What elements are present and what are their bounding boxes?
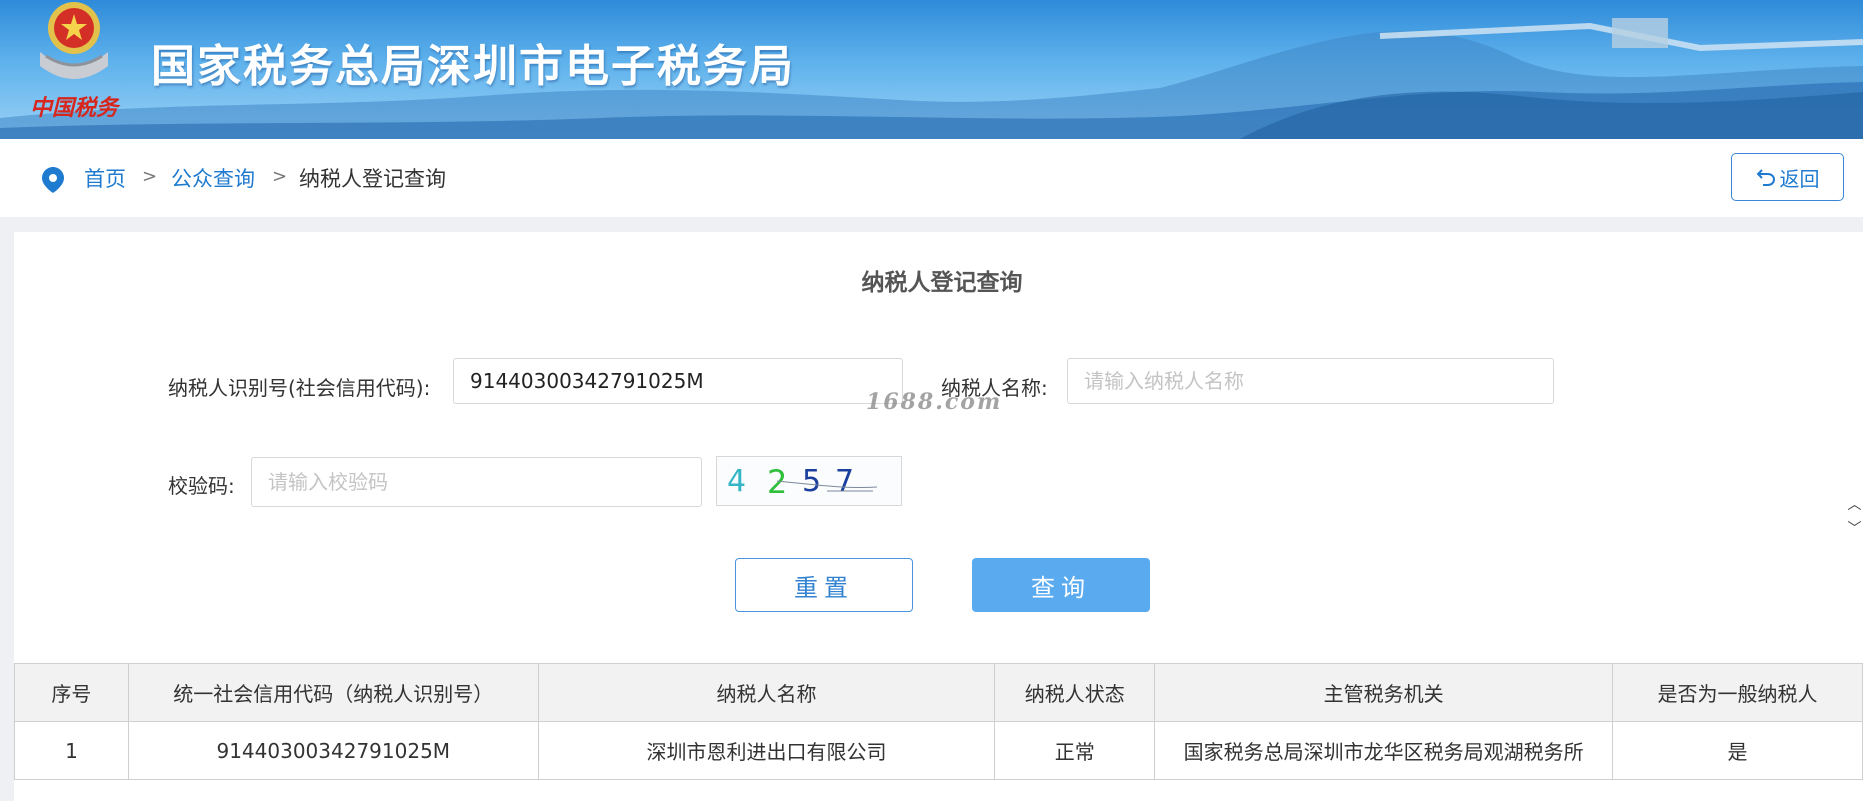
column-header: 统一社会信用代码（纳税人识别号） — [127, 663, 539, 722]
undo-arrow-icon — [1756, 169, 1775, 186]
emblem-caption: 中国税务 — [30, 95, 119, 121]
cell-tax-authority: 国家税务总局深圳市龙华区税务局观湖税务所 — [1154, 721, 1614, 780]
site-title: 国家税务总局深圳市电子税务局 — [151, 41, 795, 92]
results-table: 序号 统一社会信用代码（纳税人识别号） 纳税人名称 纳税人状态 主管税务机关 是… — [14, 663, 1863, 780]
table-row[interactable]: 1 91440300342791025M 深圳市恩利进出口有限公司 正常 国家税… — [14, 721, 1863, 780]
breadcrumb-separator: > — [272, 166, 288, 187]
breadcrumb-public-query-link[interactable]: 公众查询 — [171, 163, 255, 193]
query-panel: 纳税人登记查询 纳税人识别号(社会信用代码): 纳税人名称: 校验码: 4 2 … — [14, 232, 1863, 801]
captcha-digit: 4 — [727, 464, 746, 499]
breadcrumb-separator: > — [142, 166, 158, 187]
taxpayer-name-input[interactable] — [1067, 358, 1554, 404]
breadcrumb-bar: 首页 > 公众查询 > 纳税人登记查询 返回 — [0, 139, 1863, 217]
cell-status: 正常 — [994, 721, 1156, 780]
query-button[interactable]: 查询 — [972, 558, 1150, 612]
breadcrumb-current: 纳税人登记查询 — [299, 167, 446, 191]
column-header: 纳税人名称 — [537, 663, 996, 722]
watermark-text: 1688.com — [866, 389, 1003, 415]
verify-code-label: 校验码: — [168, 474, 235, 498]
verify-code-input[interactable] — [251, 457, 702, 507]
captcha-image[interactable]: 4 2 5 7 — [716, 456, 902, 506]
national-emblem-icon — [26, 0, 122, 90]
breadcrumb-home-link[interactable]: 首页 — [84, 163, 126, 193]
cell-general-taxpayer: 是 — [1612, 721, 1863, 780]
cell-taxpayer-name: 深圳市恩利进出口有限公司 — [537, 721, 996, 780]
cell-index: 1 — [14, 721, 129, 780]
column-header: 纳税人状态 — [994, 663, 1156, 722]
column-header: 主管税务机关 — [1154, 663, 1614, 722]
column-header: 是否为一般纳税人 — [1612, 663, 1863, 722]
table-header-row: 序号 统一社会信用代码（纳税人识别号） 纳税人名称 纳税人状态 主管税务机关 是… — [14, 663, 1863, 722]
page-title: 纳税人登记查询 — [861, 270, 1023, 296]
chevron-up-icon[interactable]: ︿ — [1846, 493, 1863, 517]
back-button[interactable]: 返回 — [1731, 153, 1844, 201]
location-pin-icon — [42, 167, 64, 193]
reset-button[interactable]: 重置 — [735, 558, 913, 612]
taxpayer-id-label: 纳税人识别号(社会信用代码): — [168, 376, 431, 400]
cell-credit-code: 91440300342791025M — [127, 721, 539, 780]
captcha-digit: 5 — [802, 464, 821, 499]
captcha-digit: 7 — [835, 464, 854, 499]
site-banner: 中国税务 国家税务总局深圳市电子税务局 — [0, 0, 1863, 139]
column-header: 序号 — [14, 663, 129, 722]
back-button-label: 返回 — [1779, 166, 1820, 191]
scroll-arrows[interactable]: ︿ ﹀ — [1846, 493, 1863, 549]
taxpayer-id-input[interactable] — [453, 358, 903, 404]
chevron-down-icon[interactable]: ﹀ — [1846, 517, 1863, 541]
